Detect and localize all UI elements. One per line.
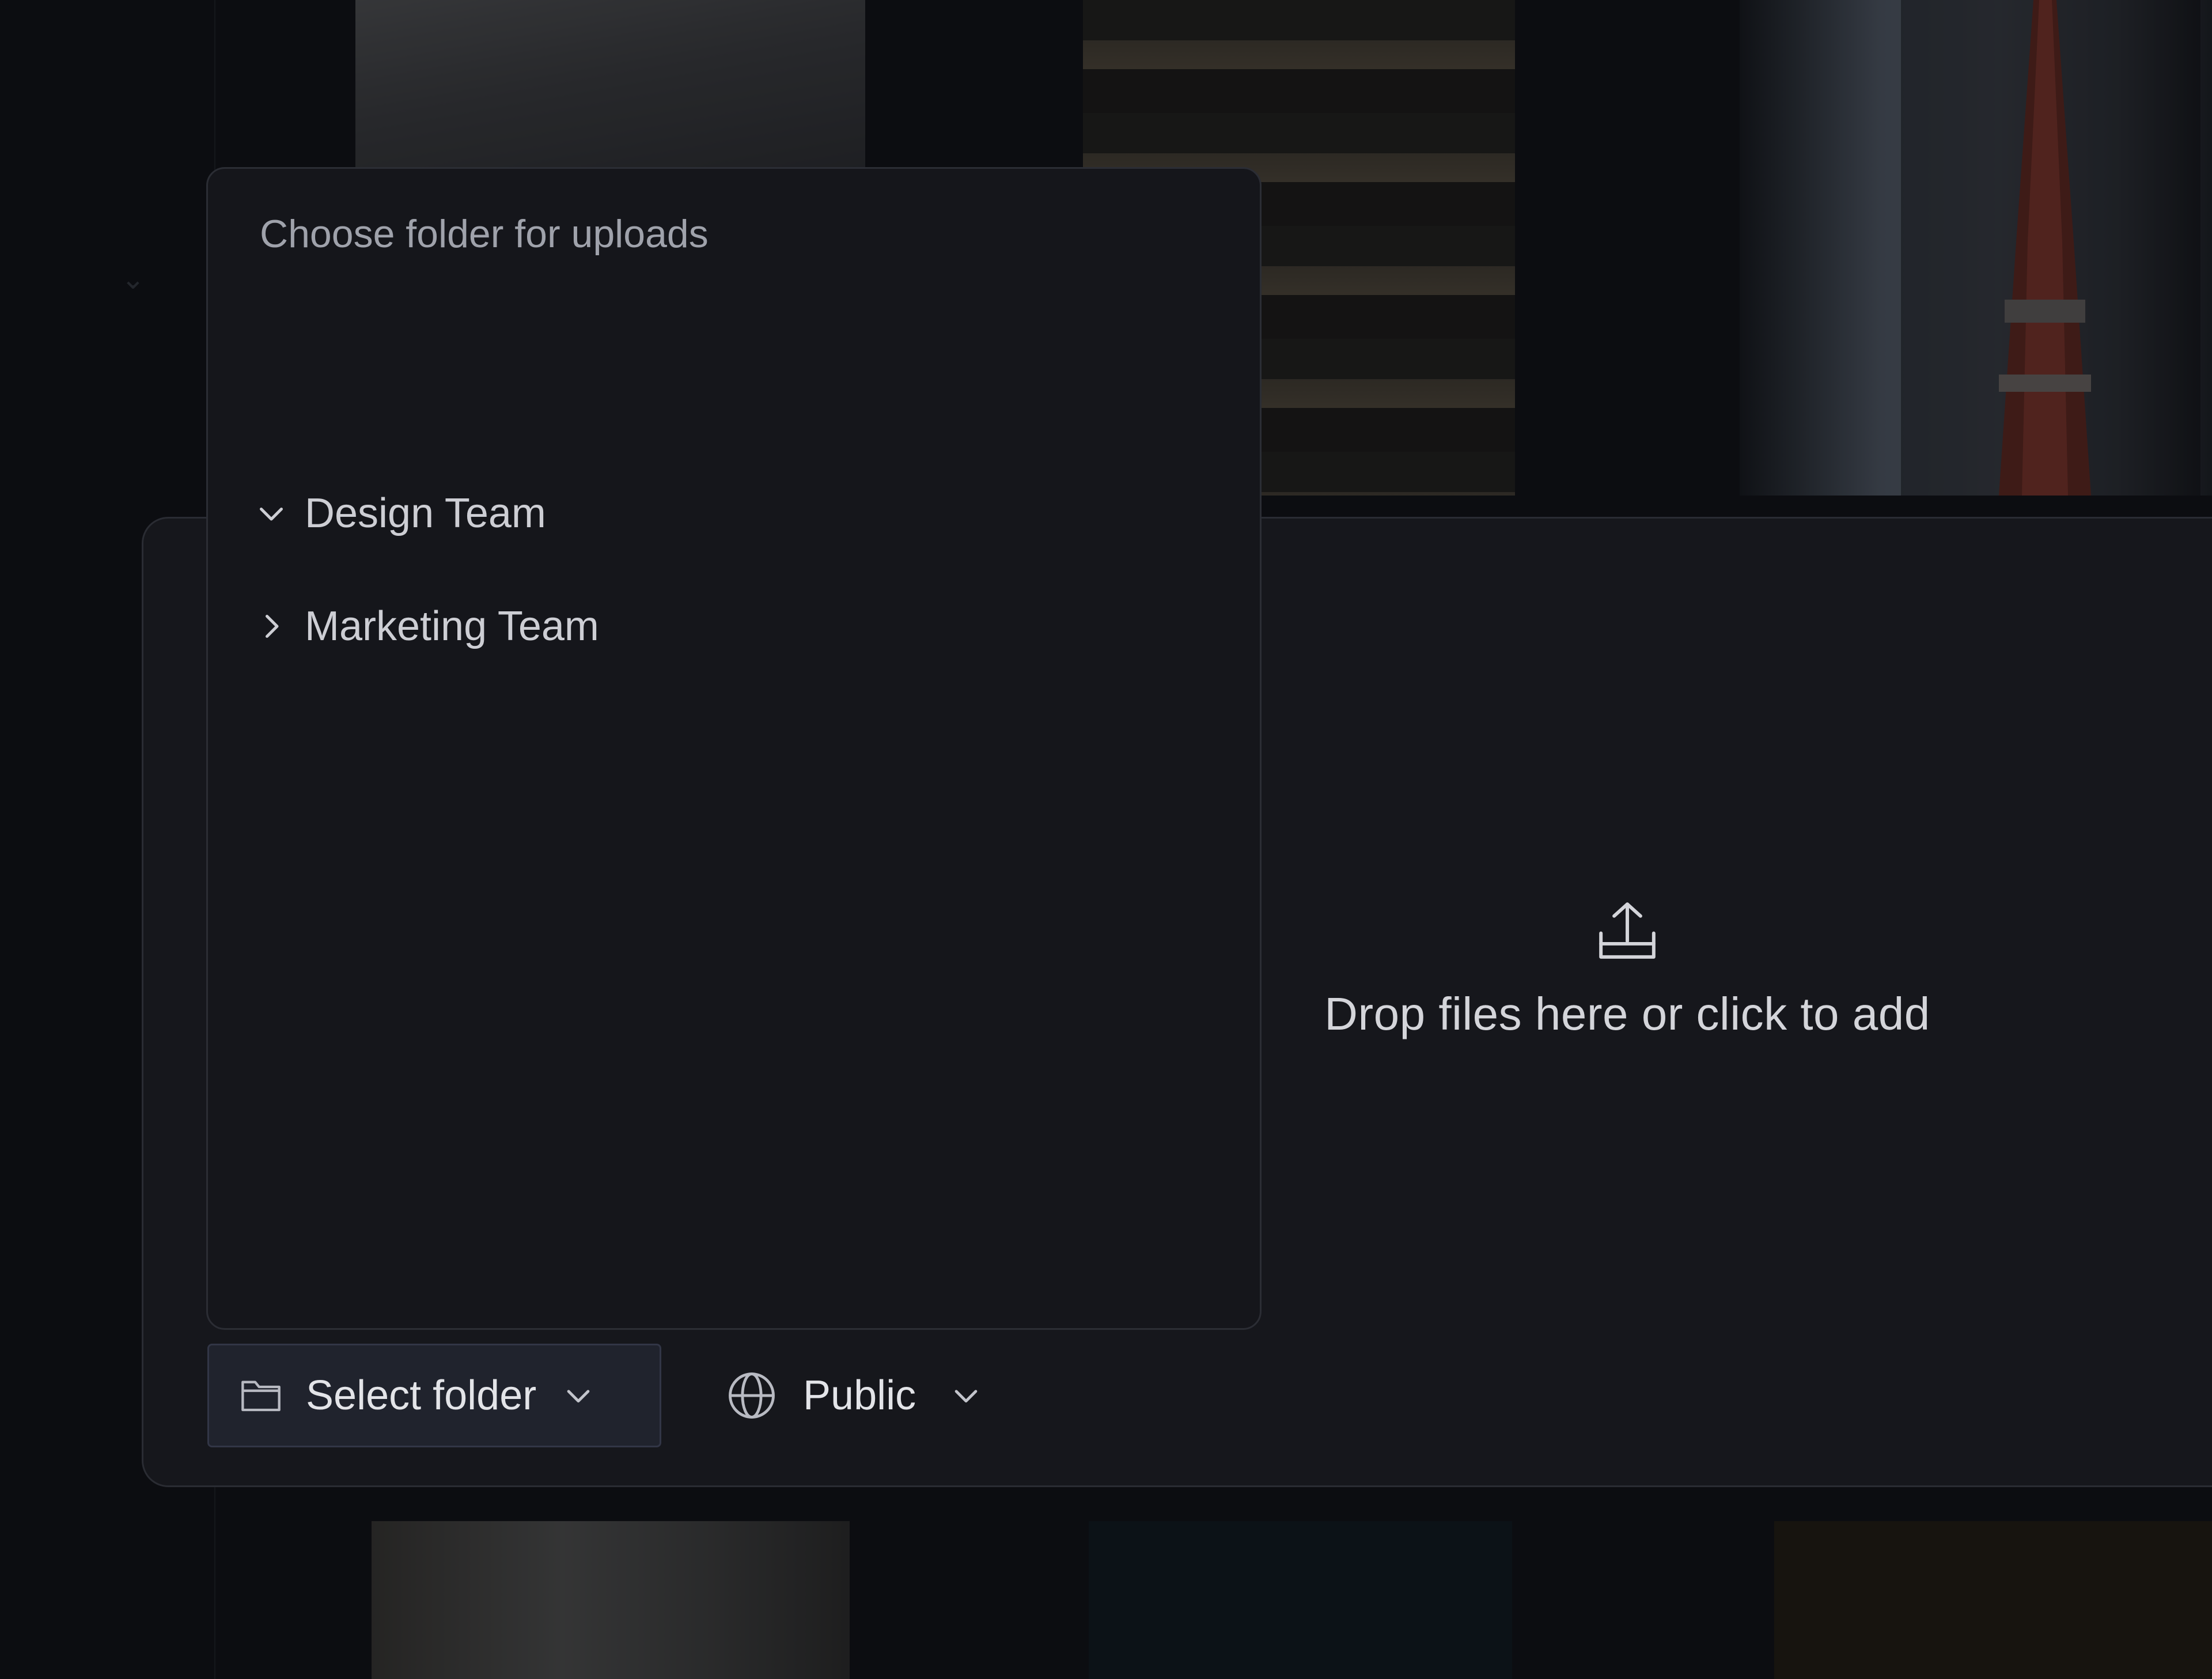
folder-item-design-team[interactable]: Design Team	[254, 473, 546, 554]
visibility-select[interactable]: Public	[726, 1344, 983, 1447]
globe-icon	[729, 1372, 775, 1419]
folder-item-marketing-team[interactable]: Marketing Team	[254, 586, 599, 667]
chevron-down-icon	[955, 1390, 978, 1403]
select-folder-button[interactable]: Select folder	[207, 1344, 661, 1447]
gallery-thumbnail	[372, 1521, 850, 1679]
folder-item-label: Marketing Team	[305, 603, 599, 649]
chevron-down-icon: ⌄	[121, 263, 145, 295]
folder-item-label: Design Team	[305, 490, 546, 536]
chevron-down-icon[interactable]	[254, 496, 289, 531]
gallery-thumbnail	[1089, 1521, 1512, 1679]
gallery-thumbnail	[355, 0, 865, 167]
gallery-thumbnail	[1774, 1521, 2212, 1679]
popover-title: Choose folder for uploads	[260, 212, 709, 256]
visibility-label: Public	[803, 1372, 916, 1419]
select-folder-label: Select folder	[306, 1372, 537, 1419]
upload-icon	[1599, 902, 1656, 959]
drop-zone-text: Drop files here or click to add	[1324, 988, 1930, 1039]
gallery-thumbnail-tower	[1901, 0, 2200, 496]
drop-zone[interactable]: Drop files here or click to add	[1267, 899, 1987, 1041]
chevron-right-icon[interactable]	[254, 609, 289, 644]
folder-icon	[241, 1381, 281, 1412]
chevron-down-icon	[567, 1390, 590, 1403]
folder-picker-popover: Choose folder for uploads Design Team Ma…	[206, 167, 1262, 1330]
